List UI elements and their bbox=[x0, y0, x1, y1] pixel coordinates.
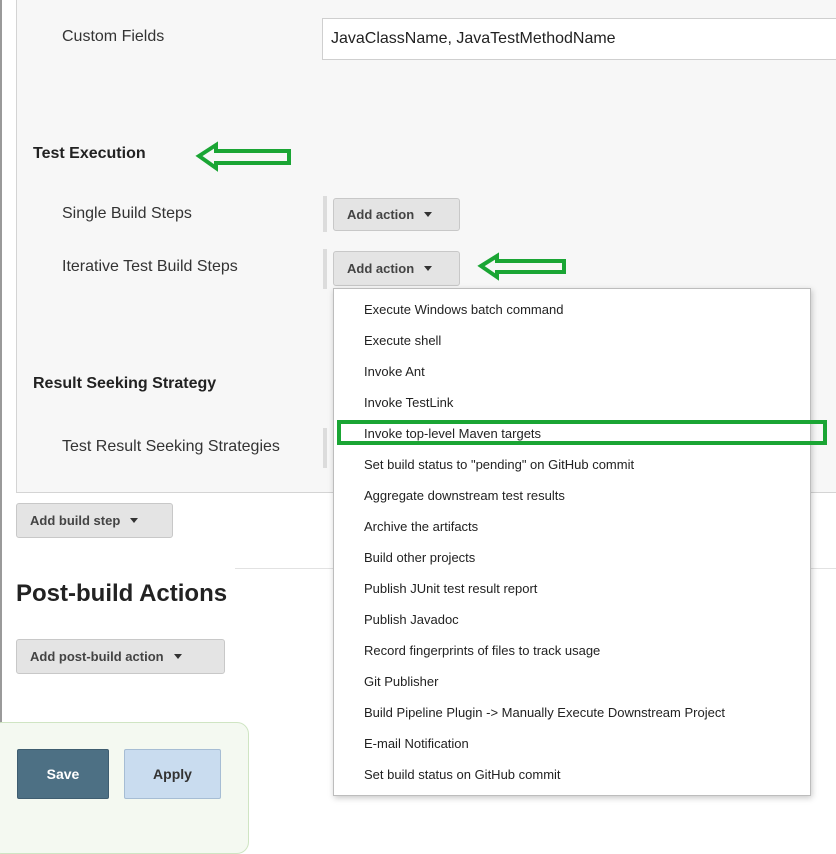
highlight-annotation-box bbox=[337, 420, 827, 445]
menu-item-publish-javadoc[interactable]: Publish Javadoc bbox=[364, 612, 459, 627]
apply-button[interactable]: Apply bbox=[124, 749, 221, 799]
add-post-build-action-button[interactable]: Add post-build action bbox=[16, 639, 225, 674]
result-seeking-title: Result Seeking Strategy bbox=[33, 375, 217, 392]
menu-item-publish-junit[interactable]: Publish JUnit test result report bbox=[364, 581, 537, 596]
menu-item-record-fingerprints[interactable]: Record fingerprints of files to track us… bbox=[364, 643, 600, 658]
menu-item-aggregate-downstream[interactable]: Aggregate downstream test results bbox=[364, 488, 565, 503]
add-build-step-label: Add build step bbox=[30, 513, 121, 528]
menu-item-invoke-ant[interactable]: Invoke Ant bbox=[364, 364, 425, 379]
menu-item-archive-artifacts[interactable]: Archive the artifacts bbox=[364, 519, 478, 534]
iterative-build-steps-bar bbox=[323, 249, 327, 289]
post-build-actions-heading: Post-build Actions bbox=[16, 580, 228, 607]
add-post-build-action-label: Add post-build action bbox=[30, 649, 164, 664]
iterative-build-steps-label: Iterative Test Build Steps bbox=[62, 258, 238, 275]
menu-item-git-publisher[interactable]: Git Publisher bbox=[364, 674, 438, 689]
test-execution-title: Test Execution bbox=[33, 145, 146, 162]
chevron-down-icon bbox=[424, 266, 433, 271]
add-action-label: Add action bbox=[347, 261, 415, 276]
chevron-down-icon bbox=[424, 212, 433, 217]
save-button[interactable]: Save bbox=[17, 749, 109, 799]
menu-item-email-notification[interactable]: E-mail Notification bbox=[364, 736, 469, 751]
single-build-add-action-button[interactable]: Add action bbox=[333, 198, 460, 231]
arrow-left-annotation-icon bbox=[477, 252, 566, 281]
page-frame-border bbox=[0, 0, 2, 829]
add-action-dropdown-menu: Execute Windows batch command Execute sh… bbox=[333, 288, 811, 796]
menu-item-execute-windows-batch[interactable]: Execute Windows batch command bbox=[364, 302, 563, 317]
menu-item-set-build-status-pending[interactable]: Set build status to "pending" on GitHub … bbox=[364, 457, 634, 472]
single-build-steps-label: Single Build Steps bbox=[62, 205, 192, 222]
menu-item-build-pipeline-plugin[interactable]: Build Pipeline Plugin -> Manually Execut… bbox=[364, 705, 725, 720]
menu-item-execute-shell[interactable]: Execute shell bbox=[364, 333, 441, 348]
chevron-down-icon bbox=[130, 518, 139, 523]
menu-item-set-build-status-github[interactable]: Set build status on GitHub commit bbox=[364, 767, 561, 782]
menu-item-build-other-projects[interactable]: Build other projects bbox=[364, 550, 475, 565]
arrow-left-annotation-icon bbox=[195, 141, 291, 172]
custom-fields-label: Custom Fields bbox=[62, 28, 165, 45]
add-action-label: Add action bbox=[347, 207, 415, 222]
add-build-step-button[interactable]: Add build step bbox=[16, 503, 173, 538]
menu-item-invoke-testlink[interactable]: Invoke TestLink bbox=[364, 395, 453, 410]
test-result-seeking-label: Test Result Seeking Strategies bbox=[62, 438, 280, 455]
single-build-steps-bar bbox=[323, 196, 327, 232]
result-seeking-bar bbox=[323, 428, 327, 468]
custom-fields-input[interactable]: JavaClassName, JavaTestMethodName bbox=[322, 18, 836, 60]
chevron-down-icon bbox=[173, 654, 182, 659]
iterative-build-add-action-button[interactable]: Add action bbox=[333, 251, 460, 286]
